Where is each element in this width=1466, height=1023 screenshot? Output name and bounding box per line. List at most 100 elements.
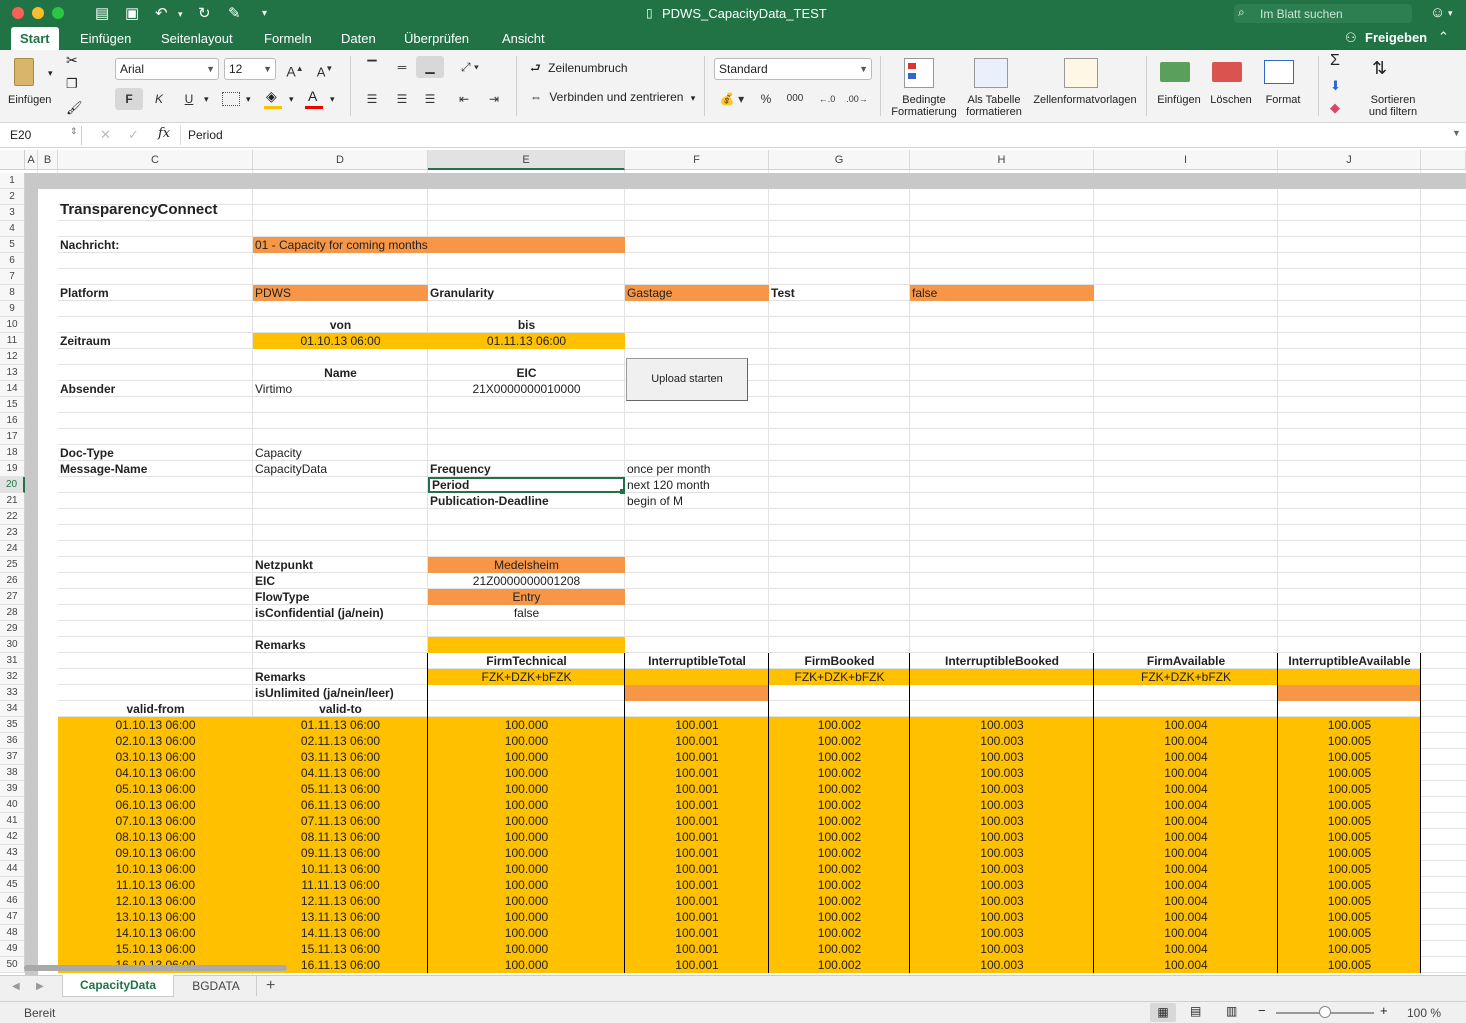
capacity-g41[interactable]: 100.002 bbox=[769, 813, 910, 829]
undo-icon[interactable]: ↶ bbox=[155, 4, 168, 22]
capacity-e38[interactable]: 100.000 bbox=[428, 765, 625, 781]
row-header-8[interactable]: 8 bbox=[0, 285, 25, 301]
cell-e25[interactable]: Medelsheim bbox=[428, 557, 625, 573]
capacity-e40[interactable]: 100.000 bbox=[428, 797, 625, 813]
remarks-h[interactable] bbox=[910, 669, 1094, 685]
capacity-f38[interactable]: 100.001 bbox=[625, 765, 769, 781]
capacity-i38[interactable]: 100.004 bbox=[1094, 765, 1278, 781]
capacity-i49[interactable]: 100.004 bbox=[1094, 941, 1278, 957]
capacity-i39[interactable]: 100.004 bbox=[1094, 781, 1278, 797]
borders-dropdown-icon[interactable]: ▾ bbox=[246, 94, 251, 105]
capacity-e47[interactable]: 100.000 bbox=[428, 909, 625, 925]
conditional-format-label[interactable]: Bedingte Formatierung bbox=[888, 94, 960, 118]
capacity-j44[interactable]: 100.005 bbox=[1278, 861, 1421, 877]
capacity-f41[interactable]: 100.001 bbox=[625, 813, 769, 829]
row-header-43[interactable]: 43 bbox=[0, 845, 25, 861]
tab-einfuegen[interactable]: Einfügen bbox=[79, 27, 132, 50]
cell-c5[interactable]: Nachricht: bbox=[58, 237, 253, 253]
cell-e10[interactable]: bis bbox=[428, 317, 625, 333]
capacity-i45[interactable]: 100.004 bbox=[1094, 877, 1278, 893]
capacity-g39[interactable]: 100.002 bbox=[769, 781, 910, 797]
row-header-26[interactable]: 26 bbox=[0, 573, 25, 589]
cell-styles-icon[interactable] bbox=[1064, 58, 1098, 88]
capacity-j50[interactable]: 100.005 bbox=[1278, 957, 1421, 973]
capacity-e49[interactable]: 100.000 bbox=[428, 941, 625, 957]
capacity-j41[interactable]: 100.005 bbox=[1278, 813, 1421, 829]
cell-c8[interactable]: Platform bbox=[58, 285, 253, 301]
row-header-17[interactable]: 17 bbox=[0, 429, 25, 445]
valid-from-45[interactable]: 11.10.13 06:00 bbox=[58, 877, 253, 893]
edit-icon[interactable]: ✎ bbox=[228, 4, 241, 22]
capacity-i50[interactable]: 100.004 bbox=[1094, 957, 1278, 973]
row-header-33[interactable]: 33 bbox=[0, 685, 25, 701]
row-header-5[interactable]: 5 bbox=[0, 237, 25, 253]
capacity-h47[interactable]: 100.003 bbox=[910, 909, 1094, 925]
save-icon[interactable]: ▣ bbox=[125, 4, 139, 22]
valid-from-48[interactable]: 14.10.13 06:00 bbox=[58, 925, 253, 941]
row-header-48[interactable]: 48 bbox=[0, 925, 25, 941]
valid-from-38[interactable]: 04.10.13 06:00 bbox=[58, 765, 253, 781]
row-header-37[interactable]: 37 bbox=[0, 749, 25, 765]
share-person-icon[interactable]: ⚇ bbox=[1345, 30, 1357, 46]
capacity-j43[interactable]: 100.005 bbox=[1278, 845, 1421, 861]
valid-from-47[interactable]: 13.10.13 06:00 bbox=[58, 909, 253, 925]
tab-formeln[interactable]: Formeln bbox=[263, 27, 313, 50]
row-header-15[interactable]: 15 bbox=[0, 397, 25, 413]
wrap-text-button[interactable]: ⮐ Zeilenumbruch bbox=[530, 59, 628, 79]
capacity-h48[interactable]: 100.003 bbox=[910, 925, 1094, 941]
column-header-d[interactable]: D bbox=[253, 150, 428, 170]
valid-from-35[interactable]: 01.10.13 06:00 bbox=[58, 717, 253, 733]
row-header-14[interactable]: 14 bbox=[0, 381, 25, 397]
copy-icon[interactable]: ❐ bbox=[66, 76, 78, 92]
capacity-i42[interactable]: 100.004 bbox=[1094, 829, 1278, 845]
cancel-entry-icon[interactable]: ✕ bbox=[100, 127, 111, 143]
valid-from-44[interactable]: 10.10.13 06:00 bbox=[58, 861, 253, 877]
cell-e19[interactable]: Frequency bbox=[428, 461, 625, 477]
zoom-window-button[interactable] bbox=[52, 7, 64, 19]
valid-from-42[interactable]: 08.10.13 06:00 bbox=[58, 829, 253, 845]
capacity-j45[interactable]: 100.005 bbox=[1278, 877, 1421, 893]
sidebar-icon[interactable]: ▤ bbox=[95, 4, 109, 22]
valid-to-35[interactable]: 01.11.13 06:00 bbox=[253, 717, 428, 733]
font-color-icon[interactable]: A bbox=[308, 88, 317, 104]
cell-d27[interactable]: FlowType bbox=[253, 589, 428, 605]
decrease-decimal-icon[interactable]: .00→ bbox=[844, 88, 870, 110]
zoom-out-icon[interactable]: − bbox=[1258, 1003, 1266, 1018]
tab-daten[interactable]: Daten bbox=[340, 27, 377, 50]
capacity-f35[interactable]: 100.001 bbox=[625, 717, 769, 733]
capacity-f45[interactable]: 100.001 bbox=[625, 877, 769, 893]
cell-f21[interactable]: begin of M bbox=[625, 493, 769, 509]
horizontal-scrollbar[interactable] bbox=[24, 965, 287, 971]
capacity-e50[interactable]: 100.000 bbox=[428, 957, 625, 973]
capacity-h42[interactable]: 100.003 bbox=[910, 829, 1094, 845]
valid-to-41[interactable]: 07.11.13 06:00 bbox=[253, 813, 428, 829]
zoom-in-icon[interactable]: + bbox=[1380, 1003, 1388, 1018]
row-header-49[interactable]: 49 bbox=[0, 941, 25, 957]
row-header-50[interactable]: 50 bbox=[0, 957, 25, 973]
close-window-button[interactable] bbox=[12, 7, 24, 19]
sheet-title[interactable]: TransparencyConnect bbox=[58, 199, 253, 221]
capacity-g44[interactable]: 100.002 bbox=[769, 861, 910, 877]
capacity-e36[interactable]: 100.000 bbox=[428, 733, 625, 749]
cell-e14[interactable]: 21X0000000010000 bbox=[428, 381, 625, 397]
row-header-20[interactable]: 20 bbox=[0, 477, 25, 493]
font-name-select[interactable]: Arial ▼ bbox=[115, 58, 219, 80]
capacity-f37[interactable]: 100.001 bbox=[625, 749, 769, 765]
header-firmavailable[interactable]: FirmAvailable bbox=[1094, 653, 1278, 669]
row-header-18[interactable]: 18 bbox=[0, 445, 25, 461]
row-header-22[interactable]: 22 bbox=[0, 509, 25, 525]
previous-sheet-icon[interactable]: ◀ bbox=[12, 981, 20, 992]
row-header-30[interactable]: 30 bbox=[0, 637, 25, 653]
row-header-19[interactable]: 19 bbox=[0, 461, 25, 477]
capacity-h41[interactable]: 100.003 bbox=[910, 813, 1094, 829]
capacity-h36[interactable]: 100.003 bbox=[910, 733, 1094, 749]
valid-to-38[interactable]: 04.11.13 06:00 bbox=[253, 765, 428, 781]
capacity-f44[interactable]: 100.001 bbox=[625, 861, 769, 877]
row-header-6[interactable]: 6 bbox=[0, 253, 25, 269]
remarks-j[interactable] bbox=[1278, 669, 1421, 685]
search-input[interactable]: Im Blatt suchen bbox=[1260, 7, 1343, 21]
row-header-9[interactable]: 9 bbox=[0, 301, 25, 317]
capacity-e43[interactable]: 100.000 bbox=[428, 845, 625, 861]
capacity-i40[interactable]: 100.004 bbox=[1094, 797, 1278, 813]
cell-d25[interactable]: Netzpunkt bbox=[253, 557, 428, 573]
